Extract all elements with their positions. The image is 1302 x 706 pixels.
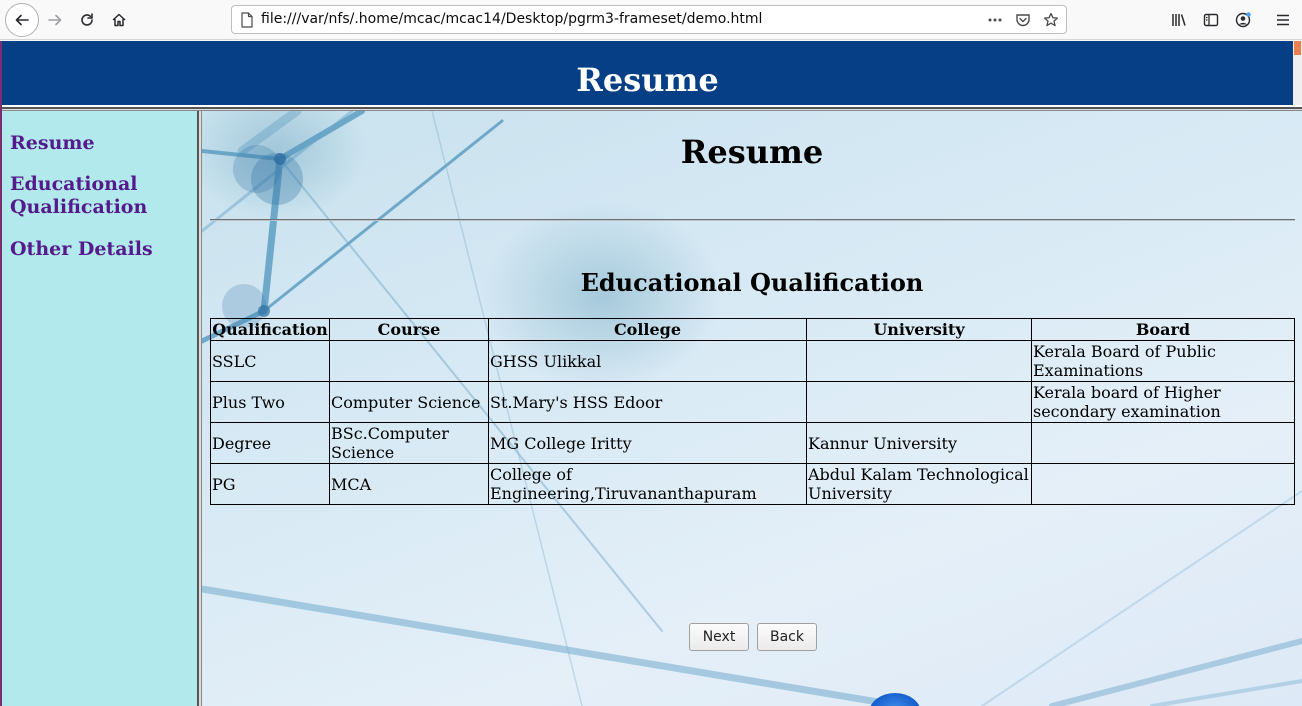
reload-button[interactable]: [71, 4, 103, 36]
url-bar[interactable]: file:///var/nfs/.home/mcac/mcac14/Deskto…: [231, 5, 1067, 34]
table-row: PG MCA College of Engineering,Tiruvanant…: [210, 463, 1295, 505]
table-cell: MG College Iritty: [488, 422, 807, 464]
library-button[interactable]: [1163, 4, 1195, 36]
column-header: College: [488, 318, 807, 341]
column-header: Board: [1031, 318, 1295, 341]
table-cell: St.Mary's HSS Edoor: [488, 381, 807, 423]
forward-arrow-icon: [48, 14, 62, 26]
table-header-row: Qualification Course College University …: [210, 318, 1295, 341]
back-arrow-icon: [15, 14, 29, 26]
pocket-icon[interactable]: [1015, 12, 1031, 28]
table-cell: BSc.Computer Science: [329, 422, 489, 464]
table-row: Degree BSc.Computer Science MG College I…: [210, 422, 1295, 464]
table-cell: Degree: [210, 422, 330, 464]
header-scrollbar[interactable]: [1293, 41, 1302, 105]
table-cell: Computer Science: [329, 381, 489, 423]
header-frame: Resume: [0, 41, 1302, 107]
column-header: University: [806, 318, 1032, 341]
table-cell: PG: [210, 463, 330, 505]
nav-link-other-details[interactable]: Other Details: [10, 238, 153, 261]
table-row: SSLC GHSS Ulikkal Kerala Board of Public…: [210, 340, 1295, 382]
column-header: Course: [329, 318, 489, 341]
page-icon: [241, 12, 253, 28]
reload-icon: [81, 13, 93, 26]
table-cell: [806, 340, 1032, 382]
window-edge: [0, 41, 2, 706]
table-cell: Kannur University: [806, 422, 1032, 464]
sidebar-button[interactable]: [1195, 4, 1227, 36]
section-title: Educational Qualification: [580, 268, 924, 297]
menu-button[interactable]: [1267, 4, 1299, 36]
account-button[interactable]: [1227, 4, 1259, 36]
home-button[interactable]: [103, 4, 135, 36]
sidebar-icon: [1203, 13, 1219, 27]
table-cell: [806, 381, 1032, 423]
header-banner: Resume: [2, 41, 1293, 105]
table-cell: [1031, 422, 1295, 464]
table-cell: SSLC: [210, 340, 330, 382]
browser-toolbar: file:///var/nfs/.home/mcac/mcac14/Deskto…: [0, 0, 1302, 40]
more-icon[interactable]: [987, 12, 1003, 28]
table-cell: GHSS Ulikkal: [488, 340, 807, 382]
library-icon: [1172, 14, 1186, 26]
page-viewport: Resume Resume Educational Qualification …: [0, 41, 1302, 706]
url-text[interactable]: file:///var/nfs/.home/mcac/mcac14/Deskto…: [261, 11, 762, 27]
column-header: Qualification: [210, 318, 330, 341]
table-cell: Plus Two: [210, 381, 330, 423]
table-cell: Kerala Board of Public Examinations: [1031, 340, 1295, 382]
nav-link-label-line2: Qualification: [10, 196, 148, 218]
nav-link-label-line1: Educational: [10, 173, 138, 195]
nav-link-educational-qualification[interactable]: Educational Qualification: [10, 173, 147, 219]
nav-frame: Resume Educational Qualification Other D…: [2, 111, 197, 706]
table-cell: [1031, 463, 1295, 505]
menu-icon: [1277, 14, 1289, 26]
horizontal-rule: [210, 219, 1295, 221]
main-frame: Resume Educational Qualification Qualifi…: [202, 111, 1302, 706]
scrollbar-thumb[interactable]: [1294, 41, 1301, 55]
education-table: Qualification Course College University …: [210, 318, 1295, 505]
forward-button[interactable]: [39, 4, 71, 36]
table-cell: [329, 340, 489, 382]
nav-link-resume[interactable]: Resume: [10, 132, 95, 155]
header-title: Resume: [576, 61, 719, 99]
back-button[interactable]: [5, 3, 39, 37]
account-icon: [1235, 12, 1251, 28]
table-cell: Kerala board of Higher secondary examina…: [1031, 381, 1295, 423]
table-cell: College of Engineering,Tiruvananthapuram: [488, 463, 807, 505]
table-row: Plus Two Computer Science St.Mary's HSS …: [210, 381, 1295, 423]
back-page-button[interactable]: Back: [757, 623, 817, 651]
home-icon: [112, 13, 126, 27]
main-title: Resume: [680, 133, 824, 171]
next-button[interactable]: Next: [689, 623, 749, 651]
table-cell: Abdul Kalam Technological University: [806, 463, 1032, 505]
table-cell: MCA: [329, 463, 489, 505]
bookmark-star-icon[interactable]: [1043, 12, 1059, 28]
